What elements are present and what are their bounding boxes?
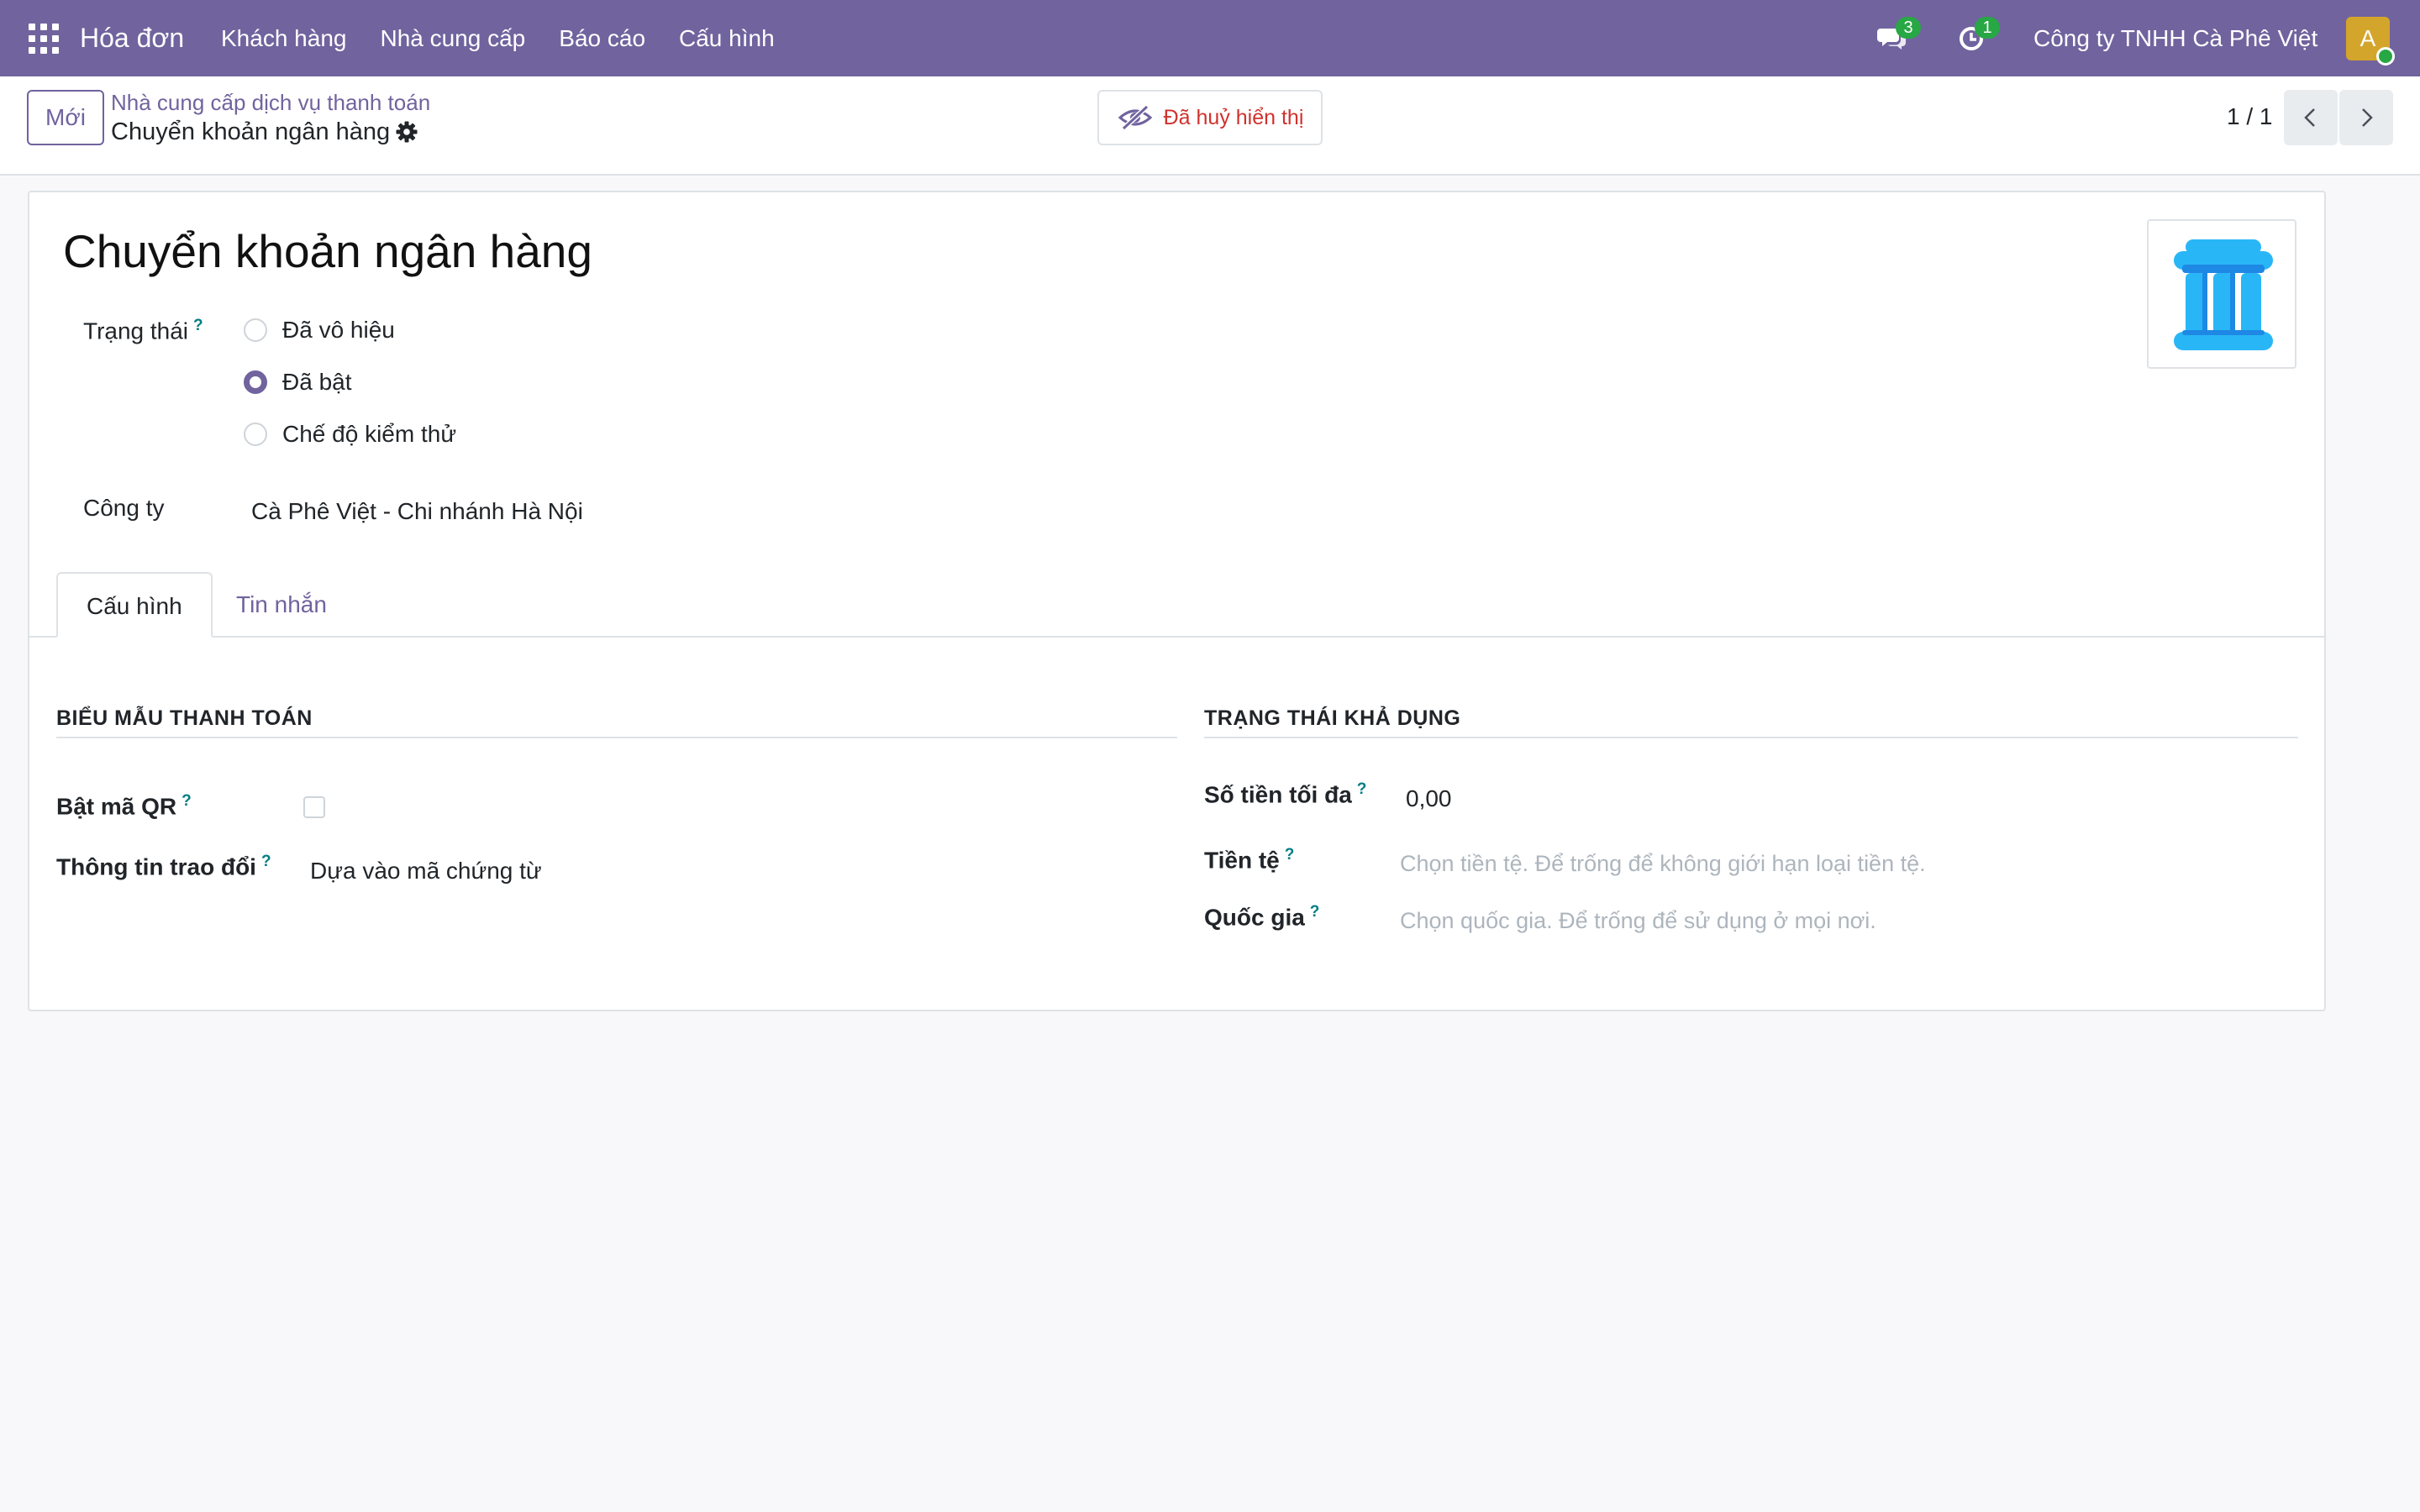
tab-messages[interactable]: Tin nhắn (208, 572, 355, 638)
pager-previous-button[interactable] (2284, 90, 2338, 145)
messages-button[interactable]: 3 (1876, 17, 1921, 55)
company-label: Công ty (83, 495, 165, 521)
state-option-enabled[interactable]: Đã bật (244, 369, 352, 396)
menu-item-reporting[interactable]: Báo cáo (559, 0, 645, 76)
menu-item-configuration[interactable]: Cấu hình (679, 0, 775, 76)
qr-help-icon[interactable]: ? (182, 792, 192, 810)
currency-label: Tiền tệ? (1204, 846, 1294, 874)
radio-enabled[interactable] (244, 370, 267, 394)
max-amount-label-text: Số tiền tối đa (1204, 781, 1352, 808)
payment-form-section-title: BIỂU MẪU THANH TOÁN (56, 706, 313, 730)
tab-configuration[interactable]: Cấu hình (56, 572, 213, 638)
control-panel: Mới Nhà cung cấp dịch vụ thanh toán Chuy… (0, 76, 2420, 176)
messages-count-badge: 3 (1896, 17, 1921, 39)
country-input[interactable]: Chọn quốc gia. Để trống để sử dụng ở mọi… (1400, 908, 1876, 934)
state-option-test[interactable]: Chế độ kiểm thử (244, 421, 456, 448)
availability-section-rule (1204, 737, 2298, 738)
currency-help-icon[interactable]: ? (1285, 846, 1295, 864)
state-help-icon[interactable]: ? (193, 317, 203, 334)
max-amount-label: Số tiền tối đa? (1204, 780, 1366, 808)
max-amount-input[interactable]: 0,00 (1406, 785, 1452, 812)
bank-building-icon (2174, 239, 2273, 350)
breadcrumb-current: Chuyển khoản ngân hàng (111, 118, 391, 145)
record-title[interactable]: Chuyển khoản ngân hàng (63, 224, 592, 278)
tabs-divider (29, 636, 2324, 638)
pager-value[interactable]: 1 / 1 (2227, 103, 2272, 130)
communication-label-text: Thông tin trao đổi (56, 853, 256, 880)
form-sheet: Chuyển khoản ngân hàng Trạng thái? Đã vô… (28, 191, 2326, 1011)
chevron-left-icon (2304, 108, 2315, 127)
top-navbar: Hóa đơn Khách hàng Nhà cung cấp Báo cáo … (0, 0, 2420, 76)
state-label-text: Trạng thái (83, 318, 189, 344)
menu-item-customers[interactable]: Khách hàng (221, 0, 346, 76)
communication-select[interactable]: Dựa vào mã chứng từ (310, 858, 542, 885)
unpublished-label: Đã huỷ hiển thị (1163, 105, 1304, 129)
state-option-disabled[interactable]: Đã vô hiệu (244, 317, 395, 344)
radio-test[interactable] (244, 423, 267, 446)
state-option-test-label: Chế độ kiểm thử (282, 421, 457, 447)
company-field[interactable]: Cà Phê Việt - Chi nhánh Hà Nội (251, 498, 583, 525)
activities-button[interactable]: 1 (1954, 17, 2000, 55)
activities-count-badge: 1 (1975, 17, 2000, 39)
provider-logo[interactable] (2147, 219, 2296, 369)
state-option-enabled-label: Đã bật (282, 369, 352, 395)
country-label: Quốc gia? (1204, 903, 1319, 931)
pager-next-button[interactable] (2339, 90, 2393, 145)
online-status-dot (2376, 47, 2395, 66)
payment-form-section-rule (56, 737, 1177, 738)
radio-disabled[interactable] (244, 318, 267, 342)
avatar-initial: A (2360, 25, 2376, 51)
state-label: Trạng thái? (83, 317, 203, 344)
communication-label: Thông tin trao đổi? (56, 853, 271, 880)
max-amount-help-icon[interactable]: ? (1357, 780, 1367, 798)
currency-input[interactable]: Chọn tiền tệ. Để trống để không giới hạn… (1400, 851, 1926, 877)
new-button[interactable]: Mới (27, 90, 104, 145)
currency-label-text: Tiền tệ (1204, 847, 1280, 874)
company-switcher[interactable]: Công ty TNHH Cà Phê Việt (2033, 0, 2317, 76)
apps-grid-icon[interactable] (29, 24, 59, 54)
app-brand[interactable]: Hóa đơn (80, 0, 184, 76)
country-help-icon[interactable]: ? (1310, 903, 1320, 921)
chevron-right-icon (2362, 108, 2373, 127)
main-menu: Khách hàng Nhà cung cấp Báo cáo Cấu hình (221, 0, 808, 76)
country-label-text: Quốc gia (1204, 904, 1305, 931)
breadcrumb-parent[interactable]: Nhà cung cấp dịch vụ thanh toán (111, 90, 430, 116)
gear-icon[interactable] (395, 120, 418, 144)
availability-section-title: TRẠNG THÁI KHẢ DỤNG (1204, 706, 1461, 730)
menu-item-vendors[interactable]: Nhà cung cấp (380, 0, 525, 76)
qr-checkbox[interactable] (303, 796, 325, 818)
qr-label-text: Bật mã QR (56, 793, 177, 820)
eye-slash-icon (1118, 104, 1152, 131)
user-avatar[interactable]: A (2346, 17, 2395, 66)
state-option-disabled-label: Đã vô hiệu (282, 317, 395, 343)
qr-label: Bật mã QR? (56, 792, 192, 820)
communication-help-icon[interactable]: ? (261, 853, 271, 870)
unpublished-toggle-button[interactable]: Đã huỷ hiển thị (1097, 90, 1323, 145)
